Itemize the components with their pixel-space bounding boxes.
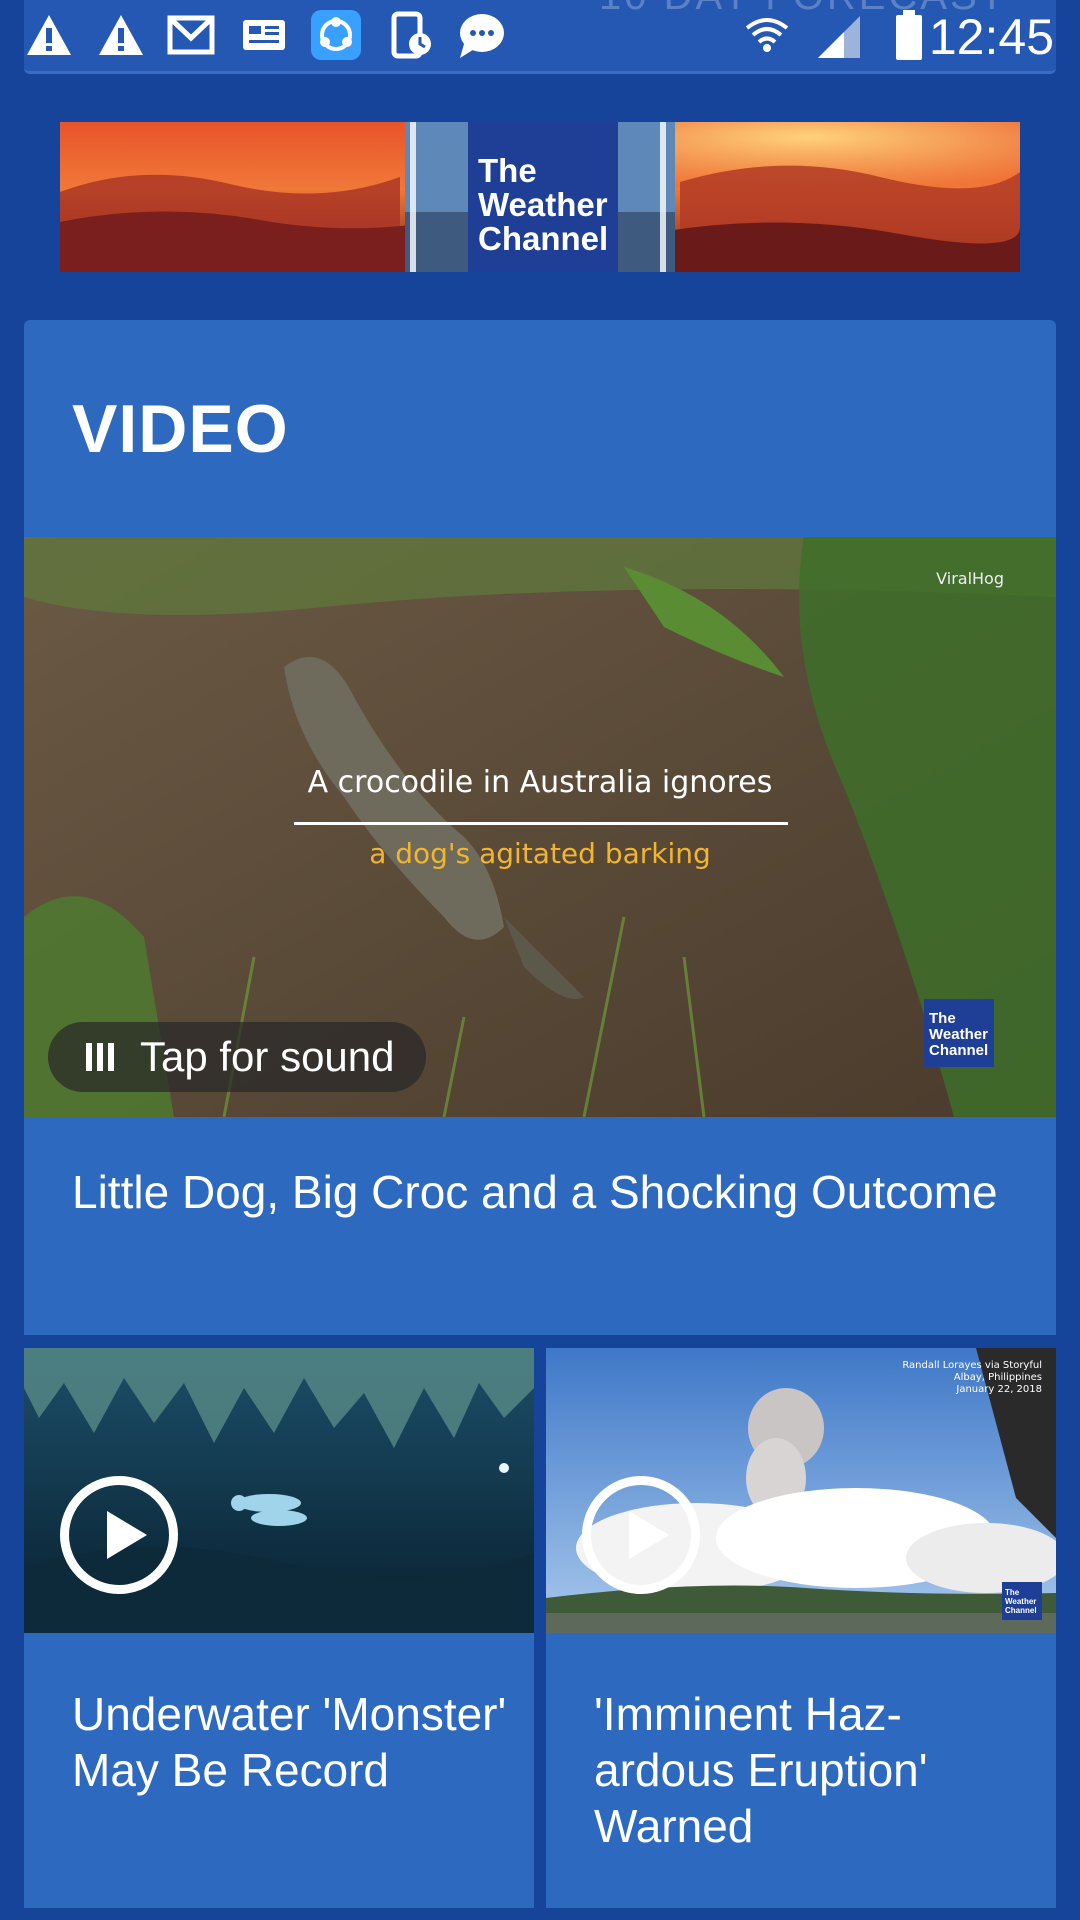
featured-video-title[interactable]: Little Dog, Big Croc and a Shocking Outc…	[72, 1165, 1012, 1220]
wifi-icon	[745, 18, 789, 52]
phone-clock-icon	[391, 11, 431, 59]
logo-line: The	[1005, 1588, 1020, 1597]
tap-for-sound-button[interactable]: Tap for sound	[48, 1022, 426, 1092]
logo-line: Channel	[478, 220, 609, 257]
weather-channel-logo: The Weather Channel	[468, 122, 618, 272]
logo-line: Weather	[929, 1026, 988, 1043]
warning-icon	[99, 15, 143, 55]
clock-time: 12:45	[928, 9, 1054, 65]
video-section-card: VIDEO ViralHog A crocodile in Australia …	[24, 320, 1056, 1335]
weather-channel-banner[interactable]: The Weather Channel	[60, 122, 1020, 272]
logo-line: Weather	[1005, 1597, 1037, 1606]
credit-line: Randall Lorayes via Storyful	[902, 1360, 1042, 1371]
credit-line: Albay, Philippines	[953, 1372, 1042, 1383]
warning-icon	[27, 15, 71, 55]
share-app-icon	[311, 10, 361, 60]
video-credit: ViralHog	[936, 569, 1004, 588]
play-icon[interactable]	[60, 1476, 178, 1594]
video-thumbnail[interactable]: Randall Lorayes via Storyful Albay, Phil…	[546, 1348, 1056, 1633]
logo-line: The	[929, 1010, 956, 1027]
logo-line: The	[478, 152, 537, 189]
chat-icon	[460, 14, 504, 58]
credit-line: January 22, 2018	[956, 1384, 1042, 1395]
featured-video-player[interactable]: ViralHog A crocodile in Australia ignore…	[24, 537, 1056, 1117]
weather-channel-watermark: The Weather Channel	[924, 999, 994, 1067]
video-card-eruption[interactable]: Randall Lorayes via Storyful Albay, Phil…	[546, 1348, 1056, 1908]
logo-line: Channel	[1005, 1606, 1037, 1615]
video-card-title[interactable]: Underwater 'Monster' May Be Record	[72, 1686, 512, 1798]
sound-bars-icon	[86, 1043, 114, 1071]
video-card-title[interactable]: 'Imminent Haz-ardous Eruption' Warned	[594, 1686, 1034, 1854]
tap-for-sound-label: Tap for sound	[140, 1033, 395, 1080]
news-icon	[243, 20, 285, 50]
battery-icon	[896, 10, 922, 60]
status-bar: 10 DAY FORECAST 12:45	[24, 0, 1056, 74]
video-caption-line1: A crocodile in Australia ignores	[307, 765, 773, 800]
video-card-underwater[interactable]: Underwater 'Monster' May Be Record	[24, 1348, 534, 1908]
weather-channel-watermark: The Weather Channel	[1002, 1582, 1042, 1620]
video-caption-line2: a dog's agitated barking	[369, 837, 711, 870]
video-thumbnail[interactable]	[24, 1348, 534, 1633]
logo-line: Channel	[929, 1042, 989, 1059]
caption-divider	[294, 822, 788, 825]
play-icon[interactable]	[582, 1476, 700, 1594]
logo-line: Weather	[478, 186, 608, 223]
video-credit: Randall Lorayes via Storyful Albay, Phil…	[882, 1360, 1042, 1396]
section-title: VIDEO	[72, 391, 289, 467]
signal-icon	[818, 16, 860, 58]
gmail-icon	[167, 15, 215, 55]
